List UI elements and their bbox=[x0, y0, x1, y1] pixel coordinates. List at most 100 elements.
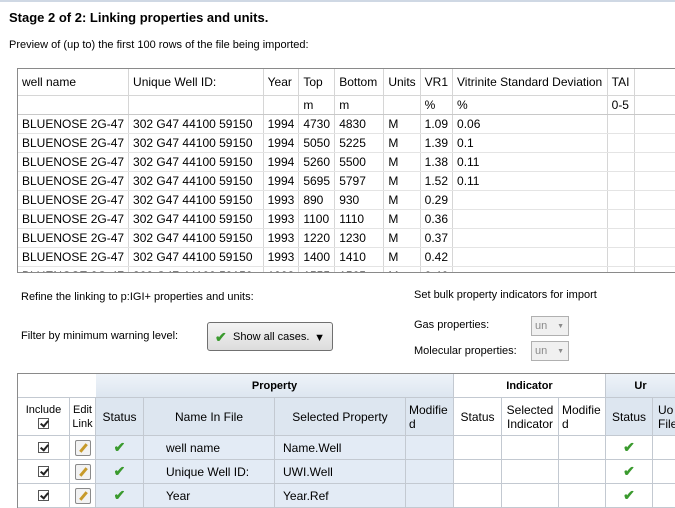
col-selected-property: Selected Property bbox=[275, 398, 406, 436]
preview-empty-cell bbox=[634, 228, 675, 248]
preview-cell: 5797 bbox=[334, 171, 385, 191]
preview-empty-cell bbox=[634, 152, 675, 172]
preview-cell: BLUENOSE 2G-47 bbox=[18, 209, 130, 229]
grid-cell bbox=[653, 436, 675, 460]
preview-cell: 0.36 bbox=[420, 209, 454, 229]
preview-empty-cell bbox=[634, 95, 675, 115]
preview-cell: BLUENOSE 2G-47 bbox=[18, 190, 130, 210]
table-row: BLUENOSE 2G-47 302 G47 44100 59150 1994 526… bbox=[18, 152, 675, 172]
preview-cell: 1100 bbox=[298, 209, 336, 229]
preview-cell: Units bbox=[383, 69, 421, 96]
preview-cell: BLUENOSE 2G-47 bbox=[18, 228, 130, 248]
preview-empty-cell bbox=[634, 114, 675, 134]
preview-cell: TAI bbox=[607, 69, 635, 96]
grid-cell bbox=[454, 436, 502, 460]
col-edit-link: Edit Link bbox=[70, 398, 96, 436]
preview-cell: 0.06 bbox=[452, 114, 608, 134]
col-name-in-file: Name In File bbox=[144, 398, 275, 436]
preview-cell: BLUENOSE 2G-47 bbox=[18, 133, 130, 153]
bulk-indicators-label: Set bulk property indicators for import bbox=[414, 289, 597, 301]
grid-cell bbox=[18, 484, 70, 508]
include-all-checkbox[interactable] bbox=[38, 418, 49, 429]
col-include[interactable]: Include bbox=[18, 398, 70, 436]
preview-cell: 5225 bbox=[334, 133, 385, 153]
preview-empty-cell bbox=[634, 266, 675, 272]
preview-cell: 302 G47 44100 59150 bbox=[128, 133, 264, 153]
pencil-icon[interactable] bbox=[74, 463, 91, 480]
preview-cell: 302 G47 44100 59150 bbox=[128, 152, 264, 172]
preview-cell: 0.11 bbox=[452, 171, 608, 191]
selected-property[interactable]: Name.Well bbox=[275, 436, 406, 460]
preview-cell: 1555 bbox=[298, 266, 336, 272]
preview-cell: 4730 bbox=[298, 114, 336, 134]
pencil-icon[interactable] bbox=[74, 439, 91, 456]
pencil-icon[interactable] bbox=[74, 487, 91, 504]
preview-cell: Unique Well ID: bbox=[128, 69, 264, 96]
preview-cell: M bbox=[383, 247, 421, 267]
molecular-properties-label: Molecular properties: bbox=[414, 345, 517, 357]
grid-cell: ✔ bbox=[606, 436, 653, 460]
preview-cell: M bbox=[383, 152, 421, 172]
linking-grid[interactable]: Property Indicator Ur Include Edit Link … bbox=[17, 373, 675, 508]
col-include-label: Include bbox=[25, 404, 62, 416]
col-indicator-status: Status bbox=[454, 398, 502, 436]
preview-cell: 5500 bbox=[334, 152, 385, 172]
preview-cell: BLUENOSE 2G-47 bbox=[18, 171, 130, 191]
gas-properties-select[interactable]: un ▼ bbox=[531, 316, 569, 336]
check-icon: ✔ bbox=[623, 463, 635, 479]
molecular-properties-value: un bbox=[535, 345, 548, 357]
preview-caption: Preview of (up to) the first 100 rows of… bbox=[9, 39, 309, 51]
grid-group-blank bbox=[18, 374, 96, 398]
preview-cell bbox=[452, 209, 608, 229]
show-all-cases-dropdown[interactable]: ✔ Show all cases. ▼ bbox=[207, 322, 333, 351]
include-checkbox[interactable] bbox=[38, 466, 49, 477]
preview-units-row: m m%% 0-5 bbox=[18, 95, 675, 115]
preview-cell bbox=[607, 247, 635, 267]
preview-cell: M bbox=[383, 209, 421, 229]
preview-cell: 302 G47 44100 59150 bbox=[128, 247, 264, 267]
preview-cell: 1994 bbox=[263, 152, 300, 172]
preview-cell: 1410 bbox=[334, 247, 385, 267]
preview-cell: 1220 bbox=[298, 228, 336, 248]
preview-cell bbox=[607, 133, 635, 153]
molecular-properties-select[interactable]: un ▼ bbox=[531, 341, 569, 361]
grid-cell bbox=[18, 460, 70, 484]
check-icon: ✔ bbox=[113, 463, 126, 479]
table-row: BLUENOSE 2G-47 302 G47 44100 59150 1993 890… bbox=[18, 190, 675, 210]
preview-cell: VR1 bbox=[420, 69, 454, 96]
gas-properties-value: un bbox=[535, 320, 548, 332]
preview-cell: 0-5 bbox=[607, 95, 635, 115]
selected-property[interactable]: UWI.Well bbox=[275, 460, 406, 484]
preview-cell: 1994 bbox=[263, 133, 300, 153]
preview-cell bbox=[383, 95, 421, 115]
preview-cell bbox=[18, 95, 130, 115]
preview-cell bbox=[607, 114, 635, 134]
preview-cell: 5695 bbox=[298, 171, 336, 191]
col-status: Status bbox=[96, 398, 144, 436]
preview-cell: 1994 bbox=[263, 114, 300, 134]
preview-cell: Bottom bbox=[334, 69, 385, 96]
grid-cell bbox=[70, 484, 96, 508]
preview-cell: well name bbox=[18, 69, 130, 96]
preview-cell: 4830 bbox=[334, 114, 385, 134]
file-preview-table[interactable]: well name Unique Well ID: Year Top Bottom Uni… bbox=[17, 68, 675, 273]
preview-cell: 302 G47 44100 59150 bbox=[128, 209, 264, 229]
table-row: BLUENOSE 2G-47 302 G47 44100 59150 1993 140… bbox=[18, 247, 675, 267]
grid-cell bbox=[502, 460, 559, 484]
preview-cell: % bbox=[420, 95, 454, 115]
check-icon: ✔ bbox=[623, 439, 635, 455]
check-icon: ✔ bbox=[215, 329, 227, 345]
chevron-down-icon: ▼ bbox=[314, 332, 325, 344]
preview-cell: 0.11 bbox=[452, 152, 608, 172]
table-row: BLUENOSE 2G-47 302 G47 44100 59150 1993 110… bbox=[18, 209, 675, 229]
refine-label: Refine the linking to p:IGI+ properties … bbox=[21, 291, 254, 303]
preview-cell: 1565 bbox=[334, 266, 385, 272]
include-checkbox[interactable] bbox=[38, 442, 49, 453]
selected-property[interactable]: Year.Ref bbox=[275, 484, 406, 508]
preview-cell: 0.46 bbox=[420, 266, 454, 272]
include-checkbox[interactable] bbox=[38, 490, 49, 501]
preview-cell bbox=[452, 247, 608, 267]
preview-empty-cell bbox=[634, 209, 675, 229]
grid-cell bbox=[406, 484, 454, 508]
preview-cell: 930 bbox=[334, 190, 385, 210]
